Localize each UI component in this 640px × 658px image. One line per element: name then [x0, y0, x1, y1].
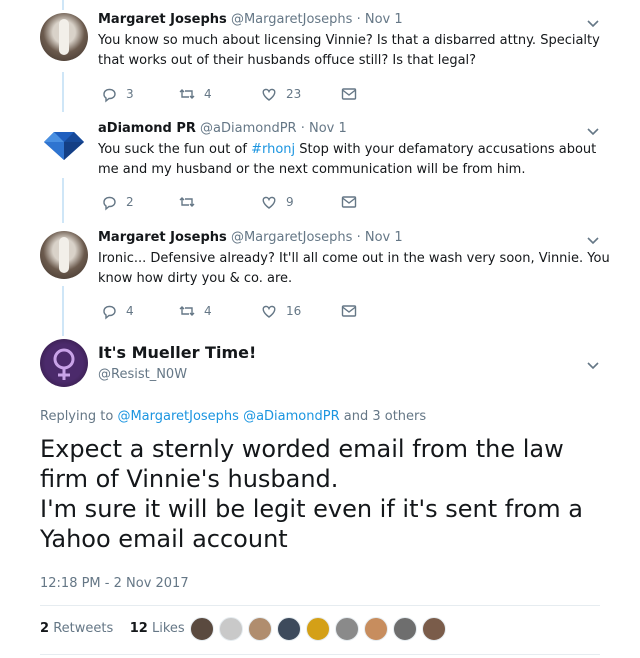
- reply-user-link[interactable]: @MargaretJosephs: [117, 409, 239, 424]
- dm-button[interactable]: [340, 193, 366, 211]
- tweet-text: You know so much about licensing Vinnie?…: [98, 33, 600, 68]
- author-handle[interactable]: @MargaretJosephs: [231, 230, 353, 245]
- reply-count: 4: [126, 304, 134, 318]
- liker-avatar[interactable]: [219, 617, 243, 641]
- tweet-text: You suck the fun out of #rhonj Stop with…: [98, 142, 597, 177]
- author-name[interactable]: aDiamond PR: [98, 121, 196, 136]
- divider: [40, 605, 600, 606]
- tweet-date[interactable]: Nov 1: [365, 230, 403, 245]
- liker-avatar[interactable]: [335, 617, 359, 641]
- retweet-icon: [179, 197, 195, 207]
- liker-avatar[interactable]: [190, 617, 214, 641]
- reply-icon: [103, 88, 116, 103]
- avatar[interactable]: [40, 231, 88, 279]
- retweet-count: 4: [204, 304, 212, 318]
- reply-icon: [103, 305, 116, 320]
- like-button[interactable]: 23: [260, 85, 301, 103]
- reply-icon: [103, 196, 116, 211]
- engagement-stats: 2 Retweets 12 Likes: [40, 621, 185, 636]
- retweet-button[interactable]: [178, 193, 204, 211]
- thread-line: [62, 178, 64, 223]
- like-button[interactable]: 9: [260, 193, 294, 211]
- liker-avatar[interactable]: [306, 617, 330, 641]
- hashtag-link[interactable]: #rhonj: [251, 142, 295, 157]
- diamond-icon: [44, 132, 84, 160]
- tweet-header: Margaret Josephs @MargaretJosephs · Nov …: [98, 230, 403, 245]
- reply-button[interactable]: 2: [100, 193, 134, 211]
- tweet-actions: 2 9: [98, 193, 398, 211]
- liker-avatar[interactable]: [364, 617, 388, 641]
- chevron-down-icon[interactable]: [586, 124, 600, 138]
- retweet-icon: [179, 306, 195, 316]
- retweet-icon: [179, 89, 195, 99]
- like-stat[interactable]: 12 Likes: [130, 621, 185, 636]
- like-count: 23: [286, 87, 302, 101]
- like-count: 16: [286, 304, 302, 318]
- like-icon: [262, 88, 276, 101]
- retweet-button[interactable]: 4: [178, 85, 212, 103]
- thread-line: [62, 0, 64, 10]
- tweet-header: aDiamond PR @aDiamondPR · Nov 1: [98, 121, 347, 136]
- retweet-stat[interactable]: 2 Retweets: [40, 621, 113, 636]
- tweet-text: Ironic... Defensive already? It'll all c…: [98, 251, 610, 286]
- retweet-count: 4: [204, 87, 212, 101]
- reply-button[interactable]: 4: [100, 302, 134, 320]
- reply-count: 3: [126, 87, 134, 101]
- author-name[interactable]: Margaret Josephs: [98, 12, 227, 27]
- thread-line: [62, 72, 64, 112]
- reply-count: 2: [126, 195, 134, 209]
- liker-avatars: [190, 617, 451, 641]
- author-name[interactable]: It's Mueller Time!: [98, 343, 256, 362]
- tweet-date[interactable]: Nov 1: [365, 12, 403, 27]
- dm-button[interactable]: [340, 302, 366, 320]
- reply-user-link[interactable]: @aDiamondPR: [243, 409, 340, 424]
- main-tweet-text: Expect a sternly worded email from the l…: [40, 435, 583, 553]
- tweet-actions: 3 4 23: [98, 85, 398, 103]
- liker-avatar[interactable]: [393, 617, 417, 641]
- retweet-button[interactable]: 4: [178, 302, 212, 320]
- divider: [40, 654, 600, 655]
- dm-icon: [341, 88, 357, 100]
- author-name[interactable]: Margaret Josephs: [98, 230, 227, 245]
- resist-logo-icon: [53, 348, 75, 380]
- liker-avatar[interactable]: [248, 617, 272, 641]
- avatar[interactable]: [40, 120, 88, 168]
- like-icon: [262, 196, 276, 209]
- dm-icon: [341, 305, 357, 317]
- thread-line: [62, 286, 64, 336]
- tweet-header: Margaret Josephs @MargaretJosephs · Nov …: [98, 12, 403, 27]
- author-handle[interactable]: @aDiamondPR: [200, 121, 297, 136]
- replying-to: Replying to @MargaretJosephs @aDiamondPR…: [40, 409, 427, 424]
- tweet-actions: 4 4 16: [98, 302, 398, 320]
- like-count: 9: [286, 195, 294, 209]
- author-handle[interactable]: @Resist_N0W: [98, 367, 187, 382]
- avatar[interactable]: [40, 13, 88, 61]
- dm-button[interactable]: [340, 85, 366, 103]
- like-button[interactable]: 16: [260, 302, 301, 320]
- liker-avatar[interactable]: [277, 617, 301, 641]
- chevron-down-icon[interactable]: [586, 233, 600, 247]
- reply-button[interactable]: 3: [100, 85, 134, 103]
- chevron-down-icon[interactable]: [586, 358, 600, 372]
- avatar[interactable]: [40, 339, 88, 387]
- like-icon: [262, 305, 276, 318]
- dm-icon: [341, 196, 357, 208]
- author-handle[interactable]: @MargaretJosephs: [231, 12, 353, 27]
- liker-avatar[interactable]: [422, 617, 446, 641]
- tweet-date[interactable]: Nov 1: [309, 121, 347, 136]
- chevron-down-icon[interactable]: [586, 16, 600, 30]
- timestamp[interactable]: 12:18 PM - 2 Nov 2017: [40, 576, 189, 591]
